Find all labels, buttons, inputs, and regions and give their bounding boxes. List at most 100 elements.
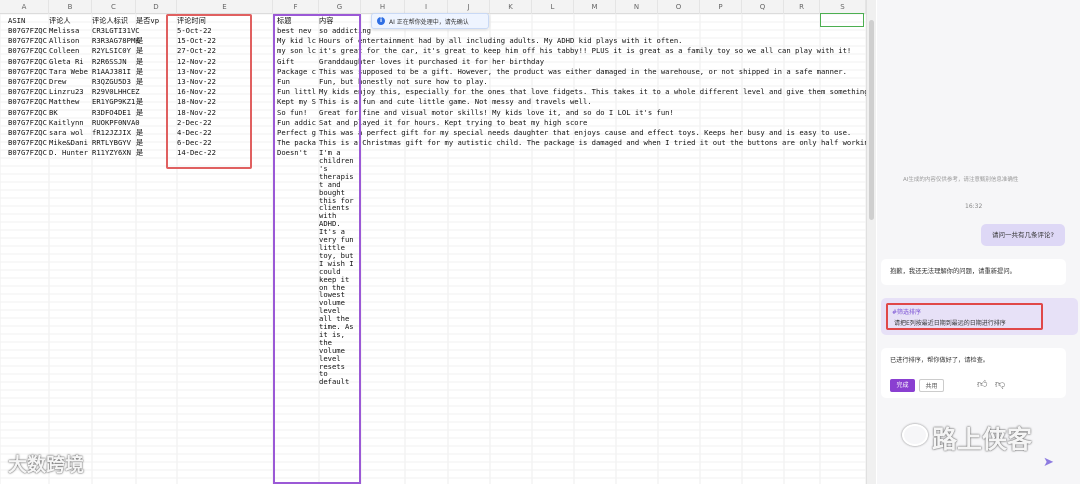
cell-asin[interactable]: B07G7FZQC — [8, 47, 48, 55]
cell-rev[interactable]: Melissa — [49, 27, 92, 35]
cell-rid[interactable]: ER1YGP9KZ1 — [92, 98, 140, 106]
cell-content[interactable]: This is a fun and cute little game. Not … — [319, 98, 866, 106]
cell-asin[interactable]: B07G7FZQC — [8, 37, 48, 45]
cell-asin[interactable]: B07G7FZQC — [8, 119, 48, 127]
cell-content[interactable]: I'm a — [319, 149, 866, 157]
column-header-r[interactable]: R — [784, 0, 820, 14]
share-button[interactable]: 共用 — [919, 379, 944, 392]
done-button[interactable]: 完成 — [890, 379, 915, 392]
cell-rid[interactable]: RRTLYBGYV — [92, 139, 140, 147]
cell-vp[interactable]: 是 — [136, 68, 166, 76]
table-row[interactable]: B07G7FZQC Drew R3QZGU5D3 是 13-Nov-22 Fun Fun, … — [0, 78, 866, 86]
cell-rev[interactable]: Colleen — [49, 47, 92, 55]
cell-rid[interactable]: R3DFO4DE1 — [92, 109, 140, 117]
cell-asin[interactable]: B07G7FZQC — [8, 27, 48, 35]
table-row[interactable]: B07G7FZQCLinzru23R29V0LHHCEZGD16-Nov-22F… — [0, 88, 866, 96]
scroll-thumb[interactable] — [869, 20, 874, 220]
cell-asin[interactable]: B07G7FZQC — [8, 78, 48, 86]
cell-asin[interactable]: B07G7FZQC — [8, 98, 48, 106]
cell-asin[interactable]: B07G7FZQC — [8, 109, 48, 117]
column-header-o[interactable]: O — [658, 0, 700, 14]
cell-asin[interactable]: B07G7FZQC — [8, 68, 48, 76]
column-header-e[interactable]: E — [177, 0, 273, 14]
column-header-a[interactable]: A — [0, 0, 49, 14]
column-header-i[interactable]: I — [405, 0, 448, 14]
cell-rid[interactable]: fR12JZJIX — [92, 129, 140, 137]
cell-content[interactable]: Sat and played it for hours. Kept trying… — [319, 118, 866, 127]
send-icon[interactable]: ➤ — [1043, 455, 1054, 470]
thumbs-down-icon[interactable]: 👎︎ — [995, 378, 1005, 390]
table-row[interactable]: B07G7FZQC BK R3DFO4DE1 是 18-Nov-22 So fun! Gre… — [0, 108, 866, 117]
cell-rid[interactable]: R3R3AG78PMK — [92, 37, 140, 45]
table-row[interactable]: B07G7FZQC Colleen R2YLSIC0Y 是 27-Oct-22 my so… — [0, 47, 866, 55]
cell-content[interactable]: This was supposed to be a gift. However,… — [319, 67, 866, 76]
cell-rev[interactable]: Matthew — [49, 98, 92, 106]
cell-rev[interactable]: 评论人 — [49, 17, 92, 25]
cell-rid[interactable]: R3QZGU5D3 — [92, 78, 140, 86]
cell-rid[interactable]: RUOKPF0NVA0DX — [92, 119, 140, 127]
cell-vp[interactable]: 是 — [136, 149, 166, 157]
cell-rid[interactable]: R1AAJ381I — [92, 68, 140, 76]
cell-asin[interactable]: B07G7FZQC — [8, 58, 48, 66]
cell-rev[interactable]: Tara Webe — [49, 68, 92, 76]
cell-vp[interactable]: 是 — [136, 37, 166, 45]
table-row[interactable]: B07G7FZQC Tara Webe R1AAJ381I 是 13-Nov-22 Pac… — [0, 67, 866, 76]
cell-asin[interactable]: B07G7FZQC — [8, 88, 48, 96]
cell-rev[interactable]: Allison — [49, 37, 92, 45]
cell-rev[interactable]: Gleta Ri — [49, 58, 92, 66]
column-header-f[interactable]: F — [273, 0, 319, 14]
column-header-k[interactable]: K — [490, 0, 532, 14]
column-header-h[interactable]: H — [361, 0, 405, 14]
vertical-scrollbar[interactable] — [866, 0, 876, 484]
cell-content[interactable]: Great for fine and visual motor skills! … — [319, 108, 866, 117]
table-row[interactable]: B07G7FZQC Mike&Dani RRTLYBGYV 是 6-Dec-22 The … — [0, 139, 866, 147]
selected-cell[interactable] — [820, 13, 864, 27]
cell-content[interactable]: This was a perfect gift for my special n… — [319, 129, 866, 137]
cell-vp[interactable]: 是 — [136, 139, 166, 147]
cell-asin[interactable]: B07G7FZQC — [8, 129, 48, 137]
cell-content[interactable]: This is a Christmas gift for my autistic… — [319, 139, 866, 147]
table-row[interactable]: B07G7FZQC Matthew ER1YGP9KZ1 是 18-Nov-22 Kept… — [0, 98, 866, 106]
cell-content[interactable]: Granddaughter loves it purchased it for … — [319, 57, 866, 66]
cell-rev[interactable]: sara wol — [49, 129, 92, 137]
cell-rid[interactable]: R2R6SSJN — [92, 58, 140, 66]
cell-rid[interactable]: 评论人标识 — [92, 17, 140, 25]
cell-vp[interactable]: 是 — [136, 109, 166, 117]
column-header-p[interactable]: P — [700, 0, 742, 14]
table-row[interactable]: B07G7FZQC Gleta Ri R2R6SSJN 是 12-Nov-22 Gift G… — [0, 57, 866, 66]
cell-content[interactable]: it's great for the car, it's great to ke… — [319, 47, 866, 55]
column-header-g[interactable]: G — [319, 0, 361, 14]
cell-content[interactable]: Hours of entertainment had by all includ… — [319, 37, 866, 45]
cell-vp[interactable]: 是否vp — [136, 17, 166, 25]
cell-asin[interactable]: B07G7FZQC — [8, 139, 48, 147]
cell-content[interactable]: Fun, but honestly not sure how to play. — [319, 78, 866, 86]
cell-rid[interactable]: CR3LGTI31VCZH19 — [92, 27, 140, 35]
command-tag[interactable]: #筛选排序 — [892, 307, 921, 316]
cell-vp[interactable]: 是 — [136, 58, 166, 66]
cell-content[interactable]: My kids enjoy this, especially for the o… — [319, 88, 866, 96]
cell-rev[interactable]: Mike&Dani — [49, 139, 92, 147]
column-header-m[interactable]: M — [574, 0, 616, 14]
cell-rev[interactable]: BK — [49, 109, 92, 117]
column-header-d[interactable]: D — [136, 0, 177, 14]
cell-rid[interactable]: R11YZY6XN — [92, 149, 140, 157]
table-row[interactable]: B07G7FZQC Allison R3R3AG78PMK 是 15-Oct-22 My … — [0, 37, 866, 45]
cell-rev[interactable]: Linzru23 — [49, 88, 92, 96]
cell-asin[interactable]: ASIN — [8, 17, 48, 25]
cell-vp[interactable]: 是 — [136, 78, 166, 86]
column-header-n[interactable]: N — [616, 0, 658, 14]
column-header-q[interactable]: Q — [742, 0, 784, 14]
cell-rid[interactable]: R2YLSIC0Y — [92, 47, 140, 55]
column-header-l[interactable]: L — [532, 0, 574, 14]
column-header-b[interactable]: B — [49, 0, 92, 14]
table-row[interactable]: B07G7FZQC D. Hunter R11YZY6XN 是 14-Dec-22 Doe… — [0, 149, 866, 157]
cell-vp[interactable]: 是 — [136, 98, 166, 106]
cell-rev[interactable]: Kaitlynn — [49, 119, 92, 127]
cell-asin[interactable]: B07G7FZQC — [8, 149, 48, 157]
cell-rev[interactable]: Drew — [49, 78, 92, 86]
column-header-j[interactable]: J — [448, 0, 490, 14]
column-header-s[interactable]: S — [820, 0, 866, 14]
cell-rid[interactable]: R29V0LHHCEZGD — [92, 88, 140, 96]
column-header-c[interactable]: C — [92, 0, 136, 14]
thumbs-up-icon[interactable]: 👍︎ — [977, 378, 987, 390]
